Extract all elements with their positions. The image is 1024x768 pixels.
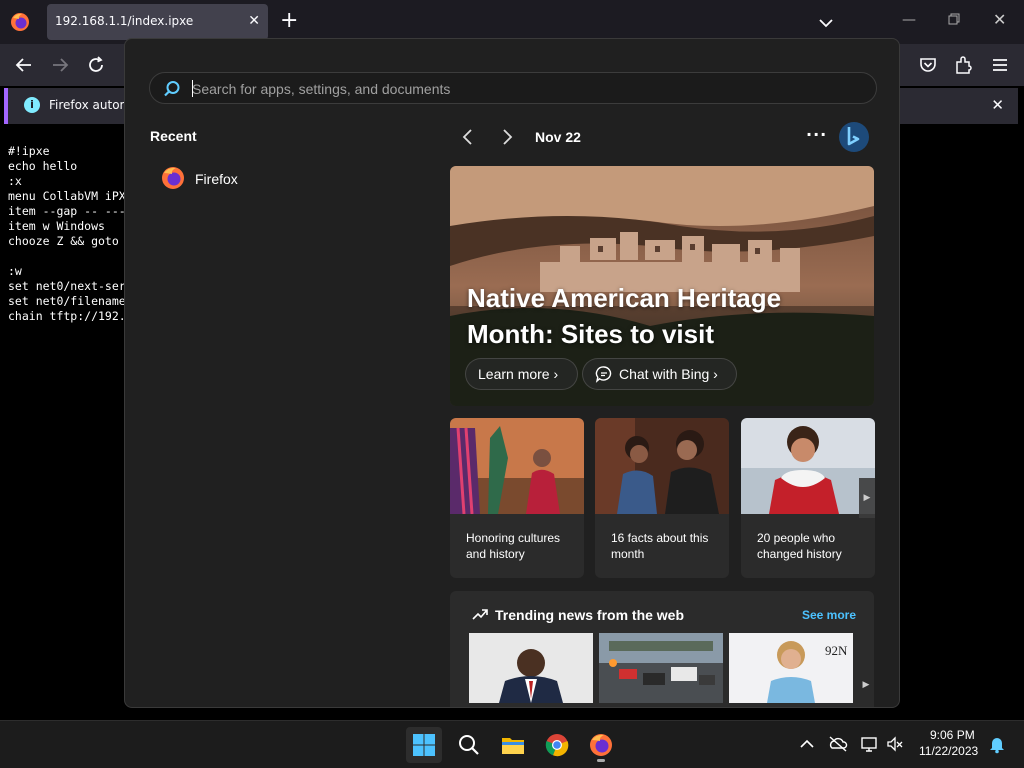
firefox-taskbar-button[interactable] (583, 727, 619, 763)
chat-bubble-icon (595, 366, 612, 383)
news-card-3[interactable]: 20 people who changed history ▶ (741, 418, 875, 578)
next-icon[interactable] (499, 128, 515, 146)
recent-heading: Recent (150, 128, 197, 144)
network-icon[interactable] (859, 734, 879, 754)
bing-icon[interactable] (837, 120, 871, 154)
code-line: echo hello (8, 159, 78, 173)
code-line: chooze Z && goto (8, 234, 119, 248)
card-label: 16 facts about this month (611, 531, 709, 561)
new-tab-button[interactable]: + (280, 9, 298, 33)
clock-time[interactable]: 9:06 PM (930, 728, 975, 742)
chevron-down-icon[interactable] (817, 14, 835, 32)
hero-news-card[interactable]: Native American Heritage Month: Sites to… (450, 166, 874, 406)
learn-more-label: Learn more (478, 366, 550, 382)
card-image-facts (595, 418, 729, 514)
extensions-icon[interactable] (953, 54, 975, 76)
taskbar-search-button[interactable] (451, 727, 487, 763)
code-line: :x (8, 174, 22, 188)
code-line: #!ipxe (8, 144, 50, 158)
chrome-button[interactable] (539, 727, 575, 763)
learn-more-button[interactable]: Learn more › (465, 358, 578, 390)
text-caret (192, 80, 193, 97)
trending-icon (472, 609, 488, 620)
recent-item-firefox[interactable]: Firefox (155, 164, 355, 194)
volume-muted-icon[interactable] (885, 734, 905, 754)
chat-with-bing-label: Chat with Bing (619, 366, 710, 382)
hero-title: Native American Heritage Month: Sites to… (467, 283, 782, 349)
see-more-link[interactable]: See more (802, 608, 856, 622)
code-line: :w (8, 264, 22, 278)
tab-title: 192.168.1.1/index.ipxe (55, 14, 194, 28)
pocket-icon[interactable] (917, 54, 939, 76)
card-label: 20 people who changed history (757, 531, 842, 561)
start-button[interactable] (406, 727, 442, 763)
folder-icon (502, 738, 524, 754)
firefox-icon (590, 734, 612, 756)
code-line: set net0/filename (8, 294, 126, 308)
chat-with-bing-button[interactable]: Chat with Bing › (582, 358, 737, 390)
code-line: menu CollabVM iPX (8, 189, 126, 203)
trending-title: Trending news from the web (495, 607, 685, 623)
code-line: item --gap -- --- (8, 204, 126, 218)
code-line: chain tftp://192. (8, 309, 126, 323)
more-options-button[interactable]: ··· (806, 125, 827, 144)
start-menu: Recent Firefox Nov 22 ··· (124, 38, 900, 708)
search-icon (164, 81, 180, 97)
scroll-right-icon[interactable]: ▶ (859, 478, 875, 518)
file-explorer-button[interactable] (495, 727, 531, 763)
firefox-icon (162, 167, 184, 189)
chevron-up-icon[interactable] (797, 734, 817, 754)
card-image-people (741, 418, 875, 514)
notification-close-icon[interactable]: ✕ (991, 96, 1004, 114)
forward-icon[interactable] (49, 54, 71, 76)
chrome-icon (545, 734, 569, 757)
scroll-right-icon[interactable]: ▶ (858, 671, 874, 699)
trending-image-2[interactable] (599, 633, 723, 703)
reload-icon[interactable] (85, 54, 107, 76)
card-image-honoring (450, 418, 584, 514)
previous-icon[interactable] (460, 128, 476, 146)
trending-news-panel: Trending news from the web See more 92N (450, 591, 874, 707)
svg-text:92N: 92N (825, 643, 848, 658)
browser-tab-active[interactable]: 192.168.1.1/index.ipxe ✕ (47, 4, 268, 40)
news-card-1[interactable]: Honoring cultures and history (450, 418, 584, 578)
window-close-button[interactable]: ✕ (993, 10, 1006, 29)
running-indicator (597, 759, 605, 762)
clock-date[interactable]: 11/22/2023 (919, 744, 978, 758)
window-minimize-button[interactable]: — (902, 12, 916, 28)
ipxe-script-text: #!ipxe echo hello:x menu CollabVM iPX item … (8, 144, 126, 324)
window-restore-button[interactable] (948, 13, 960, 25)
menu-hamburger-icon[interactable] (989, 54, 1011, 76)
notification-bell-icon[interactable] (987, 734, 1007, 754)
start-search-box[interactable] (149, 72, 877, 104)
chevron-right-icon: › (713, 366, 718, 382)
search-icon (459, 735, 479, 755)
trending-image-1[interactable] (469, 633, 593, 703)
back-icon[interactable] (13, 54, 35, 76)
firefox-app-icon[interactable] (10, 12, 30, 32)
card-label: Honoring cultures and history (466, 531, 561, 561)
feed-date: Nov 22 (535, 129, 581, 145)
news-card-2[interactable]: 16 facts about this month (595, 418, 729, 578)
code-line: item w Windows (8, 219, 105, 233)
info-icon: i (24, 97, 40, 113)
onedrive-offline-icon[interactable] (828, 734, 848, 754)
tab-close-icon[interactable]: ✕ (248, 13, 260, 29)
chevron-right-icon: › (553, 366, 559, 382)
search-input[interactable] (192, 78, 852, 100)
windows-logo-icon (413, 734, 435, 756)
recent-item-label: Firefox (195, 171, 238, 187)
code-line: set net0/next-ser (8, 279, 126, 293)
trending-image-3[interactable]: 92N (729, 633, 853, 703)
